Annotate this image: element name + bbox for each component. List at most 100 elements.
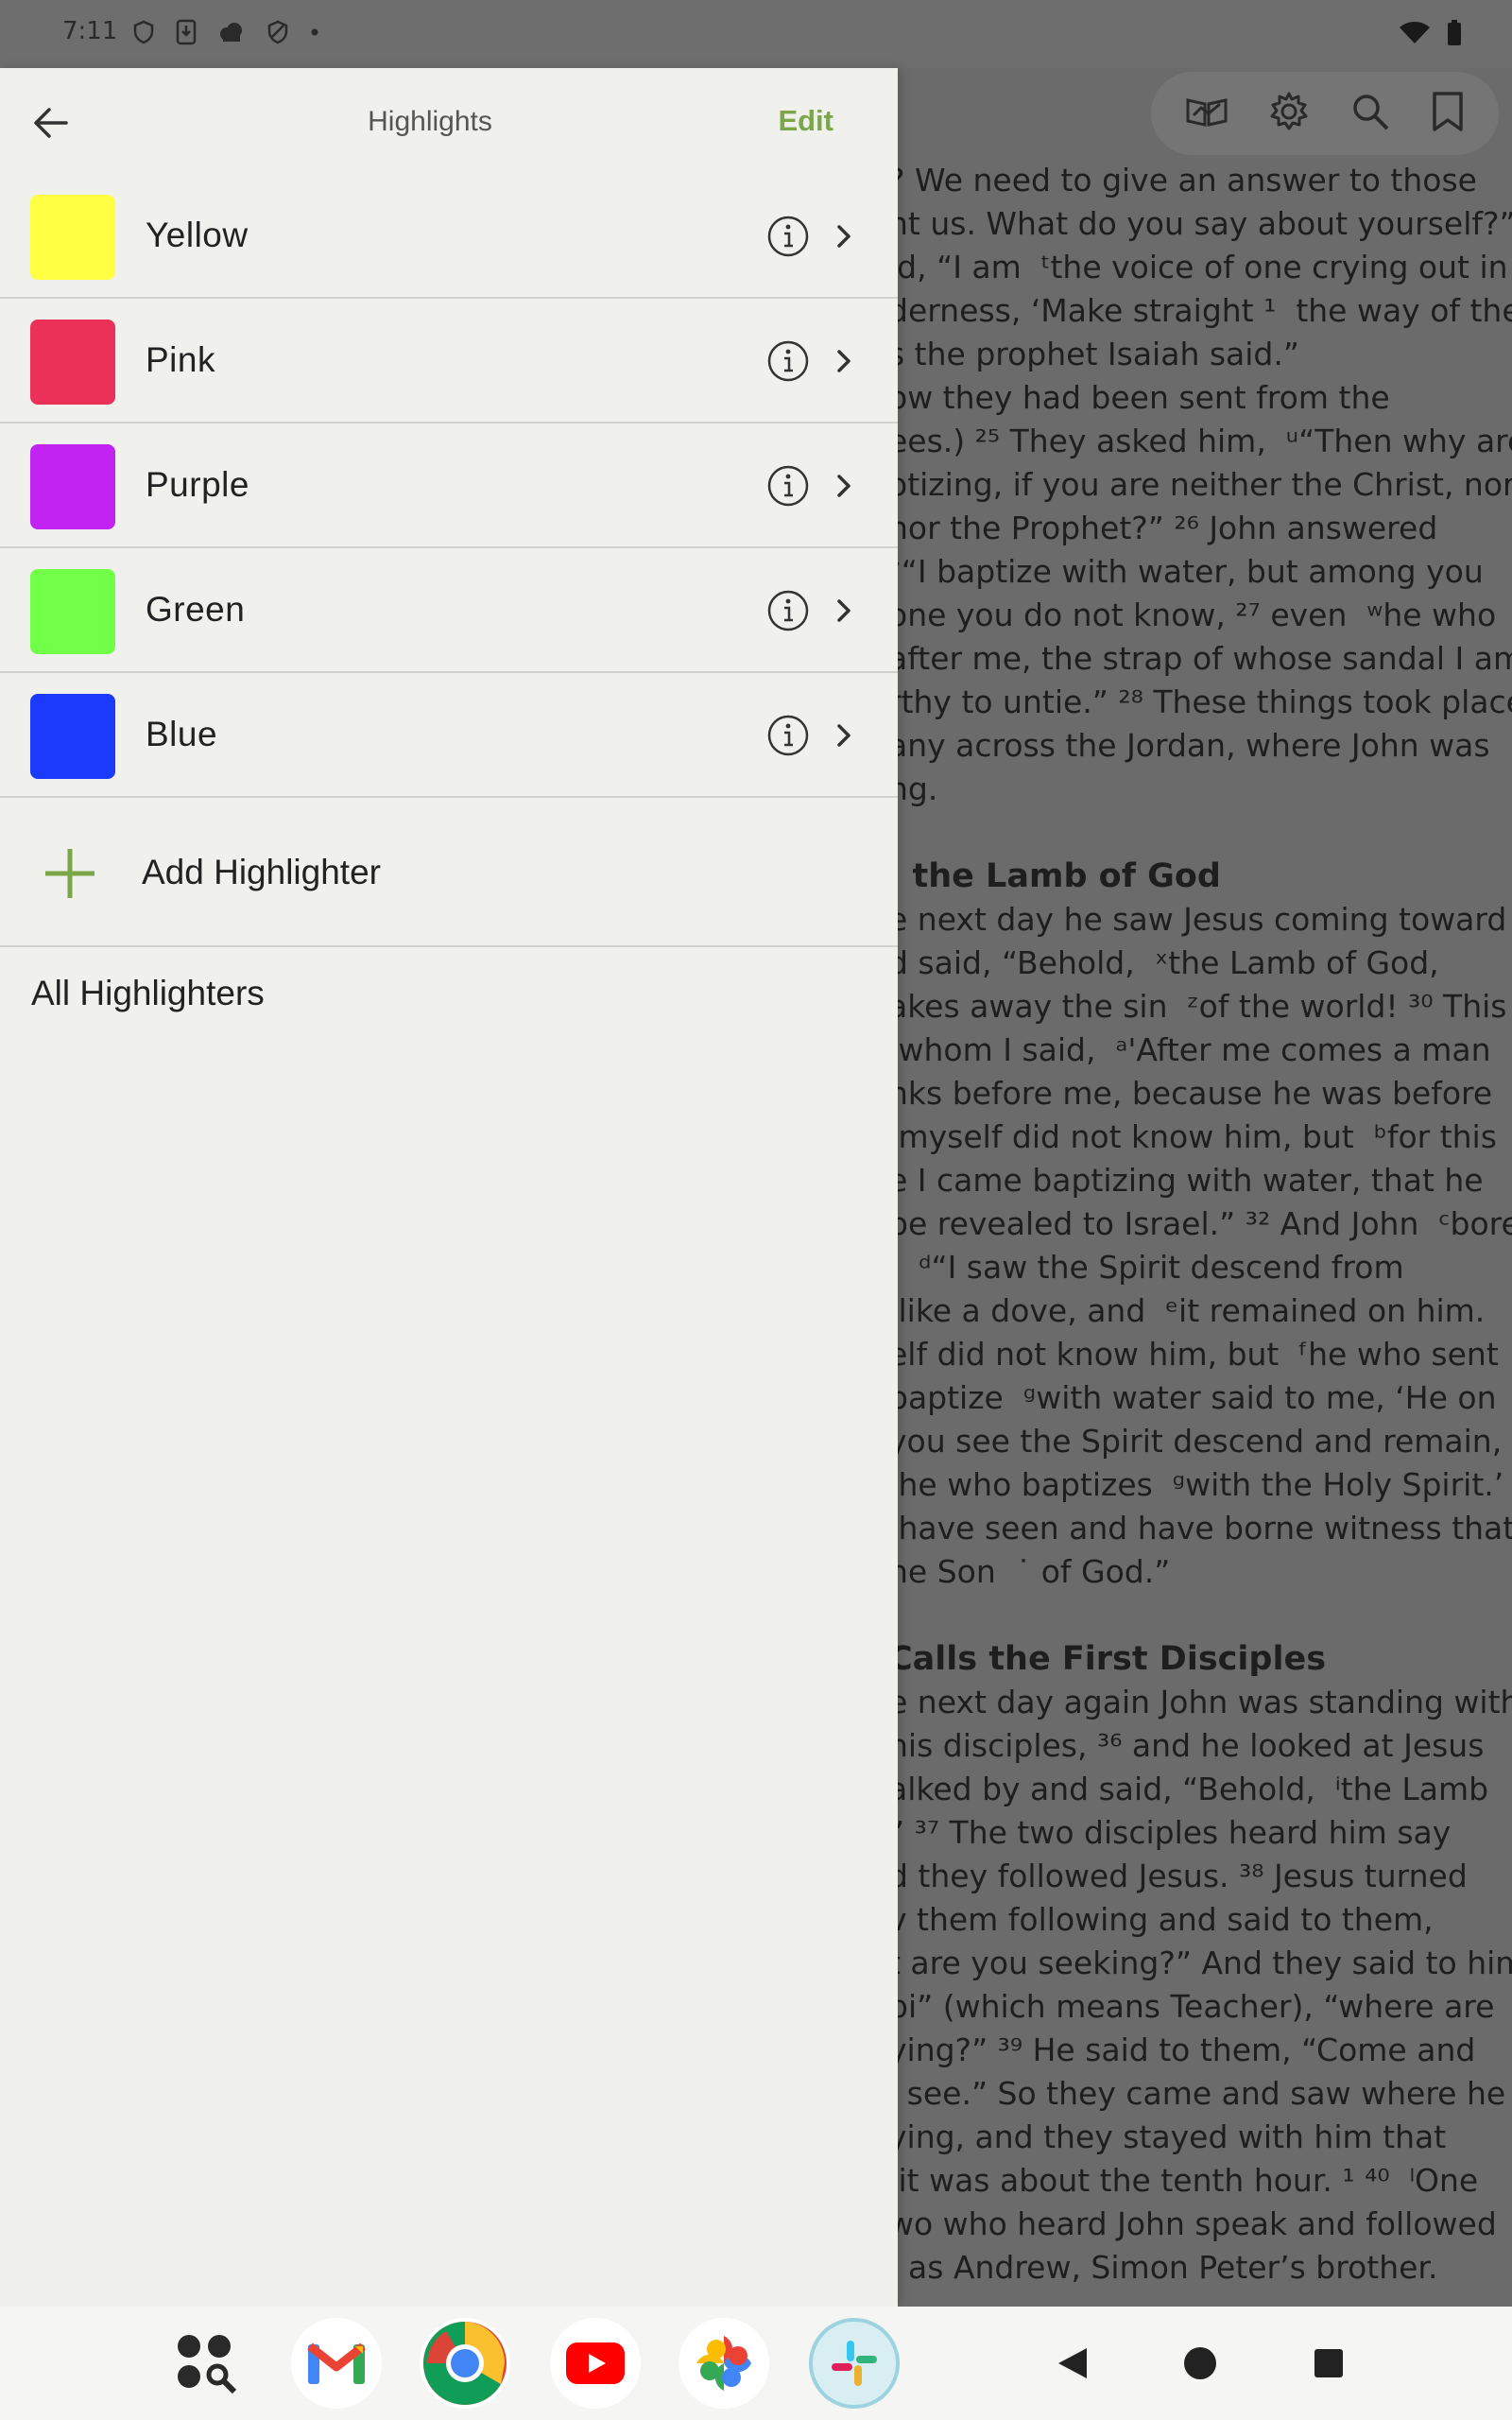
info-icon[interactable] <box>765 588 811 633</box>
scripture-line: id, “I am ᵗthe voice of one crying out i… <box>888 249 1508 285</box>
scripture-line: nt us. What do you say about yourself?” <box>888 205 1512 242</box>
scripture-line: wo who heard John speak and followed <box>888 2205 1497 2242</box>
chevron-right-icon[interactable] <box>830 467 858 505</box>
plus-icon <box>45 849 94 898</box>
scripture-line: ow they had been sent from the <box>888 379 1390 416</box>
scripture-line <box>888 1594 1512 1637</box>
scripture-line: l see.” So they came and saw where he <box>888 2075 1506 2112</box>
highlighter-row[interactable]: Purple <box>0 424 898 548</box>
info-icon[interactable] <box>765 713 811 758</box>
scripture-line: you see the Spirit descend and remain, <box>888 1423 1503 1460</box>
scripture-line: after me, the strap of whose sandal I am <box>888 640 1512 677</box>
color-swatch <box>30 569 115 654</box>
back-triangle-icon <box>1058 2348 1087 2378</box>
scripture-line: one you do not know, ²⁷ even ʷhe who <box>888 596 1497 633</box>
info-icon[interactable] <box>765 338 811 384</box>
page-title: Highlights <box>368 106 492 137</box>
scripture-line: ? We need to give an answer to those <box>888 162 1477 199</box>
gmail-app[interactable] <box>291 2318 382 2409</box>
info-icon[interactable] <box>765 463 811 509</box>
back-nav-button[interactable] <box>1052 2342 1093 2384</box>
highlighter-label: Green <box>146 590 246 629</box>
chevron-right-icon[interactable] <box>830 592 858 630</box>
dot-icon <box>311 28 318 36</box>
add-highlighter-label: Add Highlighter <box>142 853 381 891</box>
highlighter-label: Blue <box>146 715 218 753</box>
slack-app[interactable] <box>809 2318 900 2409</box>
scripture-line <box>888 811 1512 855</box>
highlighter-label: Pink <box>146 340 215 379</box>
settings-icon[interactable] <box>1268 91 1310 137</box>
scripture-line: s the prophet Isaiah said.” <box>888 336 1299 372</box>
scripture-line: d said, “Behold, ˣthe Lamb of God, <box>888 944 1439 981</box>
edit-button[interactable]: Edit <box>778 104 833 138</box>
scripture-line: v them following and said to them, <box>888 1901 1434 1938</box>
color-swatch <box>30 444 115 529</box>
scripture-line: e I came baptizing with water, that he <box>888 1162 1484 1199</box>
scripture-line: t are you seeking?” And they said to him… <box>888 1945 1512 1981</box>
scripture-line: nor the Prophet?” ²⁶ John answered <box>888 510 1438 546</box>
scripture-line: e next day he saw Jesus coming toward <box>888 901 1507 938</box>
slack-icon <box>832 2341 877 2386</box>
scripture-line: have seen and have borne witness that <box>888 1510 1512 1547</box>
scripture-line: derness, ‘Make straight ¹ the way of the <box>888 292 1512 329</box>
reading-plan-icon[interactable] <box>1184 93 1229 135</box>
scripture-text: ? We need to give an answer to those nt u… <box>888 159 1512 2290</box>
scripture-line: any across the Jordan, where John was <box>888 727 1490 764</box>
scripture-line: d they followed Jesus. ³⁸ Jesus turned <box>888 1858 1468 1894</box>
scripture-line: be revealed to Israel.” ³² And John ᶜbor… <box>888 1205 1512 1242</box>
highlighter-row[interactable]: Green <box>0 548 898 673</box>
scripture-line: elf did not know him, but ᶠhe who sent <box>888 1336 1499 1373</box>
youtube-app[interactable] <box>550 2318 641 2409</box>
recents-nav-button[interactable] <box>1308 2342 1349 2384</box>
scripture-line: baptize ᵍwith water said to me, ‘He on <box>888 1379 1497 1416</box>
all-highlighters-heading[interactable]: All Highlighters <box>31 974 265 1013</box>
scripture-line: alked by and said, “Behold, ⁱthe Lamb <box>888 1771 1489 1807</box>
scripture-line: ying?” ³⁹ He said to them, “Come and <box>888 2031 1476 2068</box>
scripture-line: : ᵈ“I saw the Spirit descend from <box>888 1249 1404 1286</box>
home-circle-icon <box>1184 2347 1216 2379</box>
download-icon <box>176 19 197 45</box>
highlighter-row[interactable]: Blue <box>0 673 898 798</box>
reader-toolbar <box>1151 72 1499 155</box>
status-time: 7:11 <box>62 17 118 45</box>
search-icon[interactable] <box>1349 91 1391 137</box>
highlighter-label: Purple <box>146 465 249 504</box>
add-highlighter-button[interactable]: Add Highlighter <box>0 796 898 947</box>
highlighter-label: Yellow <box>146 216 249 254</box>
chrome-icon <box>423 2322 507 2405</box>
scripture-line: nks before me, because he was before <box>888 1075 1493 1112</box>
highlighter-row[interactable]: Pink <box>0 299 898 424</box>
youtube-icon <box>566 2342 625 2384</box>
shield-icon <box>133 20 154 44</box>
scripture-line: myself did not know him, but ᵇfor this <box>888 1118 1497 1155</box>
chrome-app[interactable] <box>420 2318 510 2409</box>
color-swatch <box>30 195 115 280</box>
chevron-right-icon[interactable] <box>830 217 858 255</box>
home-nav-button[interactable] <box>1179 2342 1221 2384</box>
status-bar: 7:11 <box>0 0 1512 68</box>
scripture-line: like a dove, and ᵉit remained on him. <box>888 1292 1486 1329</box>
scripture-line: bi” (which means Teacher), “where are <box>888 1988 1495 2025</box>
scripture-line: he who baptizes ᵍwith the Holy Spirit.’ <box>888 1466 1504 1503</box>
scripture-line: e next day again John was standing with <box>888 1684 1512 1720</box>
chevron-right-icon[interactable] <box>830 342 858 380</box>
highlighter-row[interactable]: Yellow <box>0 174 898 299</box>
color-swatch <box>30 694 115 779</box>
scripture-line: whom I said, ᵃ'After me comes a man <box>888 1031 1491 1068</box>
section-heading: , the Lamb of God <box>888 857 1221 895</box>
info-icon[interactable] <box>765 214 811 259</box>
app-search-button[interactable] <box>161 2318 251 2409</box>
bookmark-icon[interactable] <box>1430 91 1466 137</box>
system-status-icons <box>1399 19 1465 47</box>
scripture-line: ying, and they stayed with him that <box>888 2118 1447 2155</box>
photos-app[interactable] <box>679 2318 769 2409</box>
scripture-line: it was about the tenth hour. ¹ ⁴⁰ ˡOne <box>888 2162 1479 2199</box>
scripture-line: otizing, if you are neither the Christ, … <box>888 466 1512 503</box>
scripture-line: he Son ˙ of God.” <box>888 1553 1171 1590</box>
color-swatch <box>30 320 115 405</box>
section-heading: Calls the First Disciples <box>888 1640 1327 1678</box>
scripture-line: ng. <box>888 770 938 807</box>
chevron-right-icon[interactable] <box>830 717 858 754</box>
scripture-line: rthy to untie.” ²⁸ These things took pla… <box>888 683 1512 720</box>
